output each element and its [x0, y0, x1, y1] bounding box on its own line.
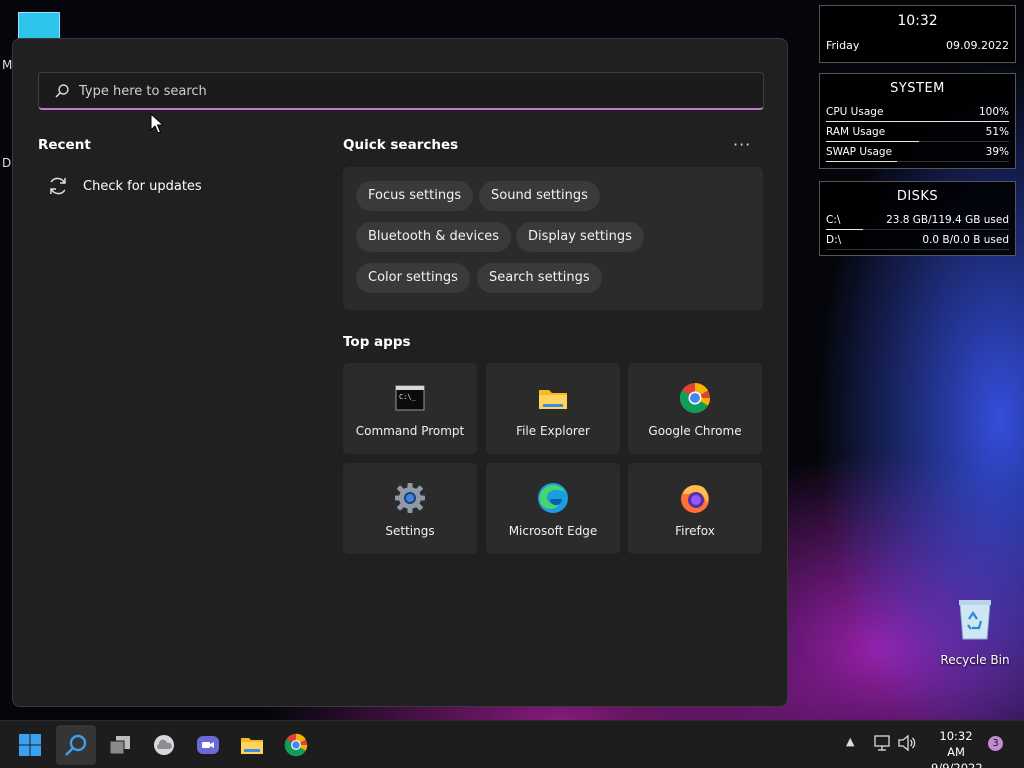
app-tile-settings[interactable]: Settings	[343, 463, 477, 554]
ram-usage-row: RAM Usage 51%	[826, 122, 1009, 142]
widget-day: Friday	[826, 39, 860, 52]
chrome-icon	[680, 383, 710, 414]
weather-cloud-icon	[154, 735, 174, 755]
clock-widget: 10:32 Friday 09.09.2022	[819, 5, 1016, 63]
ram-usage-value: 51%	[985, 126, 1009, 138]
file-explorer-icon	[539, 390, 567, 409]
cpu-usage-label: CPU Usage	[826, 106, 884, 118]
mouse-cursor-icon	[150, 113, 164, 134]
quick-searches-panel: Focus settings Sound settings Bluetooth …	[343, 167, 763, 310]
taskbar-search-button[interactable]	[56, 725, 96, 765]
disks-widget: DISKS C:\ 23.8 GB/119.4 GB used D:\ 0.0 …	[819, 181, 1016, 256]
search-input[interactable]: Type here to search	[38, 72, 764, 110]
cpu-usage-value: 100%	[978, 106, 1009, 118]
quick-search-search-settings[interactable]: Search settings	[477, 263, 602, 293]
recycle-bin[interactable]: Recycle Bin	[940, 597, 1010, 667]
app-tile-command-prompt[interactable]: C:\_ Command Prompt	[343, 363, 477, 454]
file-explorer-icon	[241, 738, 263, 754]
app-tile-label: File Explorer	[516, 424, 590, 438]
windows-logo-icon	[19, 734, 41, 756]
widget-date: 09.09.2022	[946, 39, 1009, 52]
chrome-taskbar-button[interactable]	[276, 725, 316, 765]
teams-chat-button[interactable]	[188, 725, 228, 765]
search-icon	[55, 84, 69, 98]
refresh-icon	[50, 177, 66, 195]
quick-search-display-settings[interactable]: Display settings	[516, 222, 644, 252]
ram-usage-label: RAM Usage	[826, 126, 886, 138]
edge-icon	[538, 483, 568, 513]
svg-text:C:\_: C:\_	[399, 393, 417, 401]
more-options-button[interactable]: ···	[733, 135, 751, 154]
recent-heading: Recent	[38, 137, 91, 153]
search-icon	[65, 734, 87, 756]
firefox-icon	[681, 485, 709, 513]
app-tile-label: Microsoft Edge	[508, 524, 598, 538]
taskbar: ▲ 10:32 AM 9/9/2022	[0, 720, 1024, 768]
taskbar-clock[interactable]: 10:32 AM 9/9/2022	[931, 728, 983, 768]
disk-c-value: 23.8 GB/119.4 GB used	[886, 214, 1009, 226]
recent-item-check-for-updates[interactable]: Check for updates	[47, 172, 297, 204]
cpu-usage-row: CPU Usage 100%	[826, 102, 1009, 122]
disk-d-row: D:\ 0.0 B/0.0 B used	[826, 230, 1009, 250]
app-tile-label: Google Chrome	[648, 424, 742, 438]
task-view-button[interactable]	[100, 725, 140, 765]
video-chat-icon	[197, 736, 219, 754]
search-placeholder: Type here to search	[79, 84, 207, 99]
taskbar-time: 10:32 AM	[939, 729, 973, 759]
volume-icon[interactable]	[897, 733, 917, 753]
system-widget: SYSTEM CPU Usage 100% RAM Usage 51% SWAP…	[819, 73, 1016, 169]
app-tile-label: Settings	[385, 524, 435, 538]
disks-widget-title: DISKS	[896, 189, 939, 204]
recycle-bin-icon	[959, 600, 991, 640]
notification-badge[interactable]: 3	[988, 736, 1003, 751]
settings-gear-icon	[395, 483, 425, 513]
disk-c-row: C:\ 23.8 GB/119.4 GB used	[826, 210, 1009, 230]
taskbar-date: 9/9/2022	[931, 761, 983, 768]
file-explorer-taskbar-button[interactable]	[232, 725, 272, 765]
disk-c-label: C:\	[826, 214, 841, 226]
app-tile-microsoft-edge[interactable]: Microsoft Edge	[486, 463, 620, 554]
start-button[interactable]	[10, 725, 50, 765]
top-apps-heading: Top apps	[343, 334, 411, 350]
quick-search-bluetooth-devices[interactable]: Bluetooth & devices	[356, 222, 511, 252]
show-hidden-icons-button[interactable]: ▲	[846, 735, 854, 748]
chrome-icon	[284, 733, 308, 757]
disk-d-label: D:\	[826, 234, 842, 246]
task-view-icon	[109, 736, 130, 755]
command-prompt-icon: C:\_	[395, 385, 425, 411]
widget-time: 10:32	[897, 13, 938, 29]
search-panel: Type here to search Recent Check for upd…	[12, 38, 788, 707]
network-icon[interactable]	[872, 733, 892, 753]
quick-search-sound-settings[interactable]: Sound settings	[479, 181, 600, 211]
disk-d-value: 0.0 B/0.0 B used	[922, 234, 1009, 246]
app-tile-file-explorer[interactable]: File Explorer	[486, 363, 620, 454]
desktop-icon-label: M	[2, 58, 13, 72]
swap-usage-bar	[826, 161, 898, 162]
recent-item-label: Check for updates	[83, 179, 202, 194]
system-widget-title: SYSTEM	[890, 81, 945, 96]
app-tile-label: Firefox	[675, 524, 715, 538]
swap-usage-label: SWAP Usage	[826, 146, 893, 158]
quick-search-color-settings[interactable]: Color settings	[356, 263, 470, 293]
quick-searches-heading: Quick searches	[343, 137, 459, 153]
swap-usage-value: 39%	[985, 146, 1009, 158]
quick-search-focus-settings[interactable]: Focus settings	[356, 181, 474, 211]
recycle-bin-label: Recycle Bin	[940, 653, 1010, 667]
swap-usage-row: SWAP Usage 39%	[826, 142, 1009, 162]
app-tile-firefox[interactable]: Firefox	[628, 463, 762, 554]
desktop-icon[interactable]	[18, 12, 60, 40]
app-tile-label: Command Prompt	[355, 424, 465, 438]
widgets-button[interactable]	[144, 725, 184, 765]
app-tile-google-chrome[interactable]: Google Chrome	[628, 363, 762, 454]
